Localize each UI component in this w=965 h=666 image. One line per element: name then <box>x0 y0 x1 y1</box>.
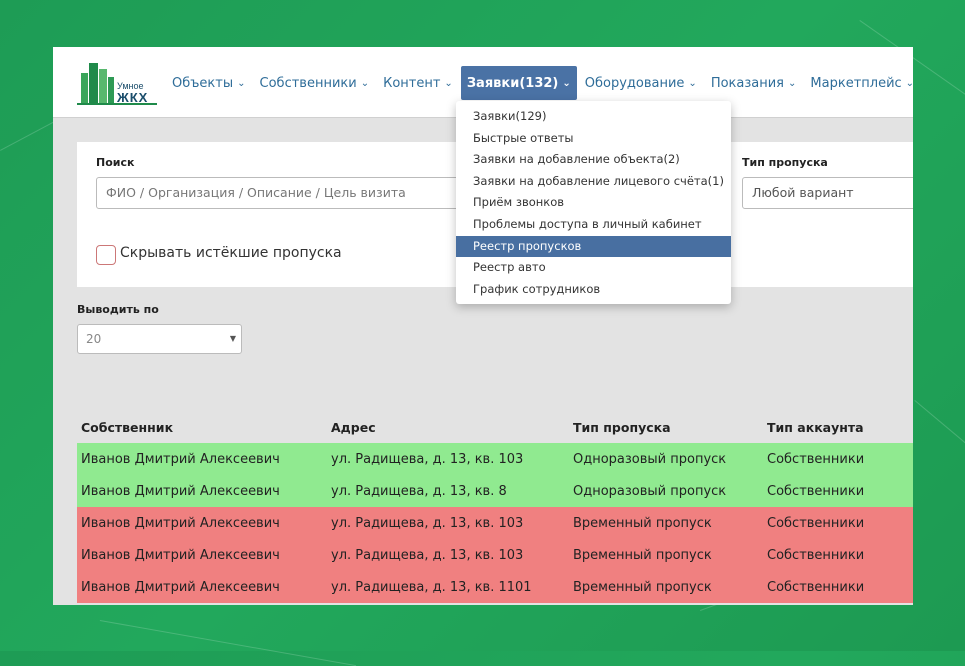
menu-item-call-reception[interactable]: Приём звонков <box>456 192 731 214</box>
pass-type-label: Тип пропуска <box>742 156 828 169</box>
nav-label: Заявки(132) <box>466 75 559 91</box>
header-pass-type[interactable]: Тип пропуска <box>569 420 763 435</box>
cell-account-type: Собственники <box>767 515 865 531</box>
logo-text-bottom: ЖКХ <box>117 90 149 105</box>
cell-owner: Иванов Дмитрий Алексеевич <box>81 547 280 563</box>
cell-pass-type: Временный пропуск <box>573 515 712 531</box>
nav-label: Маркетплейс <box>810 75 902 91</box>
nav-label: Объекты <box>172 75 234 91</box>
page-size-value: 20 <box>86 332 102 346</box>
chevron-down-icon: ⌄ <box>237 77 246 89</box>
cell-owner: Иванов Дмитрий Алексеевич <box>81 451 280 467</box>
menu-item-add-object-requests[interactable]: Заявки на добавление объекта(2) <box>456 149 731 171</box>
chevron-down-icon: ⌄ <box>360 77 370 89</box>
menu-item-car-registry[interactable]: Реестр авто <box>456 257 731 279</box>
cell-address: ул. Радищева, д. 13, кв. 8 <box>331 483 507 499</box>
cell-owner: Иванов Дмитрий Алексеевич <box>81 515 280 531</box>
hide-expired-label: Скрывать истёкшие пропуска <box>120 245 342 261</box>
pass-type-select[interactable]: Любой вариант <box>742 177 913 209</box>
table-header: Собственник Адрес Тип пропуска Тип аккау… <box>77 411 913 443</box>
cell-address: ул. Радищева, д. 13, кв. 103 <box>331 515 524 531</box>
nav-label: Собственники <box>259 75 357 91</box>
menu-item-staff-schedule[interactable]: График сотрудников <box>456 279 731 301</box>
nav-item-objects[interactable]: Объекты ⌄ <box>166 66 252 100</box>
passes-table: Собственник Адрес Тип пропуска Тип аккау… <box>77 411 913 603</box>
cell-address: ул. Радищева, д. 13, кв. 1101 <box>331 579 532 595</box>
requests-dropdown-menu: Заявки(129) Быстрые ответы Заявки на доб… <box>456 101 731 304</box>
search-input[interactable]: ФИО / Организация / Описание / Цель визи… <box>96 177 466 209</box>
nav-item-equipment[interactable]: Оборудование ⌄ <box>579 66 703 100</box>
nav-label: Показания <box>710 75 785 91</box>
main-nav: Объекты ⌄ Собственники ⌄ Контент ⌄ Заявки(1… <box>166 65 913 101</box>
cell-address: ул. Радищева, д. 13, кв. 103 <box>331 451 524 467</box>
cell-account-type: Собственники <box>767 547 865 563</box>
cell-pass-type: Временный пропуск <box>573 547 712 563</box>
cell-pass-type: Временный пропуск <box>573 579 712 595</box>
app-window: Умное ЖКХ Объекты ⌄ Собственники ⌄ Контент… <box>53 47 913 605</box>
cell-owner: Иванов Дмитрий Алексеевич <box>81 483 280 499</box>
table-row[interactable]: Иванов Дмитрий Алексеевич ул. Радищева, … <box>77 443 913 475</box>
nav-label: Оборудование <box>584 75 685 91</box>
cell-pass-type: Одноразовый пропуск <box>573 451 727 467</box>
header-owner[interactable]: Собственник <box>77 420 327 435</box>
nav-item-readings[interactable]: Показания ⌄ <box>705 66 803 100</box>
menu-item-requests[interactable]: Заявки(129) <box>456 106 731 128</box>
menu-item-access-problems[interactable]: Проблемы доступа в личный кабинет <box>456 214 731 236</box>
table-row[interactable]: Иванов Дмитрий Алексеевич ул. Радищева, … <box>77 475 913 507</box>
chevron-down-icon: ⌄ <box>788 77 797 89</box>
cell-owner: Иванов Дмитрий Алексеевич <box>81 579 280 595</box>
chevron-down-icon: ⌄ <box>562 77 571 89</box>
table-row[interactable]: Иванов Дмитрий Алексеевич ул. Радищева, … <box>77 507 913 539</box>
chevron-down-icon: ⌄ <box>444 77 453 89</box>
cell-address: ул. Радищева, д. 13, кв. 103 <box>331 547 524 563</box>
cell-pass-type: Одноразовый пропуск <box>573 483 727 499</box>
caret-down-icon: ▼ <box>229 334 236 343</box>
cell-account-type: Собственники <box>767 451 865 467</box>
cell-account-type: Собственники <box>767 483 865 499</box>
menu-item-pass-registry[interactable]: Реестр пропусков <box>456 235 731 258</box>
table-row[interactable]: Иванов Дмитрий Алексеевич ул. Радищева, … <box>77 539 913 571</box>
nav-item-marketplace[interactable]: Маркетплейс ⌄ <box>804 66 913 100</box>
chevron-down-icon: ⌄ <box>688 77 697 89</box>
nav-item-requests[interactable]: Заявки(132) ⌄ <box>460 66 577 100</box>
header-account-type[interactable]: Тип аккаунта <box>763 420 913 435</box>
nav-item-owners[interactable]: Собственники ⌄ <box>254 66 376 100</box>
cell-account-type: Собственники <box>767 579 865 595</box>
menu-item-add-account-requests[interactable]: Заявки на добавление лицевого счёта(1) <box>456 171 731 193</box>
page-size-label: Выводить по <box>77 303 159 316</box>
hide-expired-checkbox[interactable] <box>96 245 116 265</box>
nav-label: Контент <box>383 75 441 91</box>
chevron-down-icon: ⌄ <box>905 77 913 89</box>
page-size-select[interactable]: 20 ▼ <box>77 324 242 354</box>
header-address[interactable]: Адрес <box>327 420 569 435</box>
logo[interactable]: Умное ЖКХ <box>77 59 161 107</box>
table-row[interactable]: Иванов Дмитрий Алексеевич ул. Радищева, … <box>77 571 913 603</box>
search-label: Поиск <box>96 156 135 169</box>
nav-item-content[interactable]: Контент ⌄ <box>377 66 459 100</box>
menu-item-quick-answers[interactable]: Быстрые ответы <box>456 128 731 150</box>
